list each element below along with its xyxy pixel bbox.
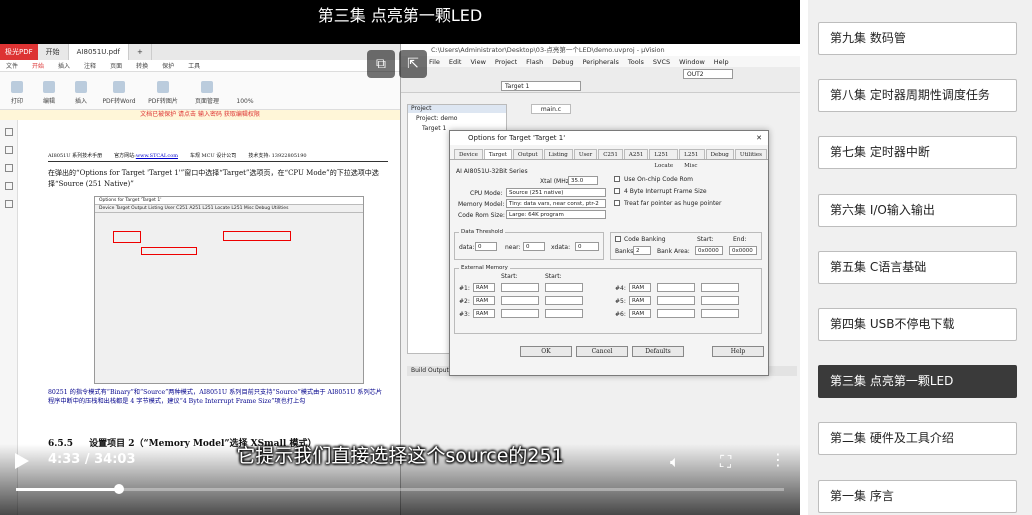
pdf-menu-item: 转换 <box>136 63 149 70</box>
highlight-box <box>113 231 141 243</box>
code-banking-group: Code Banking Start: End: Banks: 2 Bank A… <box>610 232 762 260</box>
pdf-paragraph: 在弹出的“Options for Target 'Target 1'”窗口中选择… <box>48 169 379 188</box>
episode-item[interactable]: 第六集 I/O输入输出 <box>818 193 1017 227</box>
episode-item[interactable]: 第四集 USB不停电下载 <box>818 308 1017 341</box>
pdf-menu-item: 保护 <box>162 63 175 70</box>
video-subtitle: 它提示我们直接选择这个source的251 <box>236 445 564 467</box>
options-dialog: Options for Target 'Target 1' ✕ Device Ta… <box>449 130 769 376</box>
dialog-tabs: Device Target Output Listing User C251 A… <box>450 149 768 169</box>
dialog-help-button: Help <box>712 346 764 357</box>
pdf-menu-item: 插入 <box>58 63 71 70</box>
progress-bar[interactable] <box>16 484 784 494</box>
ide-menu-item: Project <box>494 57 518 66</box>
popout-icon[interactable]: ⇱ <box>399 50 427 78</box>
progress-knob[interactable] <box>113 484 124 494</box>
thumbnail-icon <box>4 146 13 154</box>
pdf-figure-dialog: Options for Target 'Target 1' Device Tar… <box>94 196 364 384</box>
pdf-menu-item: 注释 <box>84 63 97 70</box>
output-select: OUT2 <box>683 69 733 79</box>
ribbon-button: 页面管理 <box>190 81 224 105</box>
pdf-ribbon: 打印 编辑 插入 PDF转Word PDF转图片 页面管理 100% <box>0 72 400 110</box>
dialog-ok-button: OK <box>520 346 572 357</box>
ide-menu-item: SVCS <box>652 57 671 66</box>
pdf-protect-notice: 文档已被保护 请点击 输入密码 获取编辑权限 <box>0 110 400 120</box>
highlight-box <box>141 247 197 255</box>
pdf-menu-item: 工具 <box>188 63 201 70</box>
attachment-icon <box>4 200 13 208</box>
pdf-paragraph: 80251 的指令模式有“Binary”和“Source”两种模式，AI8051… <box>48 389 383 405</box>
progress-fill <box>16 488 119 491</box>
pdf-menu-item: 文件 <box>6 63 19 70</box>
ide-title: C:\Users\Administrator\Desktop\03-点亮第一个L… <box>401 44 800 56</box>
bookmark-icon <box>4 128 13 136</box>
zoom-level: 100% <box>236 98 254 105</box>
pdf-menu-item: 页面 <box>110 63 123 70</box>
comment-icon <box>4 164 13 172</box>
target-select: Target 1 <box>501 81 581 91</box>
ide-menu-bar: File Edit View Project Flash Debug Perip… <box>401 56 800 67</box>
close-icon: ✕ <box>756 134 762 142</box>
ide-menu-item: File <box>429 57 440 66</box>
ide-menu-item: Edit <box>448 57 462 66</box>
ide-menu-item: Peripherals <box>582 57 619 66</box>
episode-item[interactable]: 第九集 数码管 <box>818 22 1017 55</box>
pdf-tab: AI8051U.pdf <box>68 44 130 60</box>
search-icon <box>4 182 13 190</box>
pdf-app-logo: 极光PDF <box>0 44 38 60</box>
ide-menu-item: Flash <box>526 57 544 66</box>
episode-item[interactable]: 第七集 定时器中断 <box>818 136 1017 170</box>
ribbon-button: 插入 <box>70 81 92 105</box>
pdf-page-header: AI8051U 系列技术手册 官方网站:www.STCAI.com 车规 MCU… <box>48 152 388 162</box>
ide-menu-item: View <box>470 57 486 66</box>
editor-tab: main.c <box>531 104 571 114</box>
pdf-tab: 开始 <box>38 44 69 60</box>
ide-menu-item: Window <box>679 57 705 66</box>
ide-menu-item: Debug <box>552 57 574 66</box>
ribbon-button: PDF转图片 <box>146 81 180 105</box>
episode-item[interactable]: 第八集 定时器周期性调度任务 <box>818 79 1017 113</box>
dialog-defaults-button: Defaults <box>632 346 684 357</box>
ide-menu-item: Tools <box>627 57 644 66</box>
video-title: 第三集 点亮第一颗LED <box>0 0 800 32</box>
episode-item[interactable]: 第一集 序言 <box>818 479 1017 513</box>
figure-tabs: Device Target Output Listing User C251 A… <box>95 205 363 213</box>
pdf-tab-bar: 极光PDF 开始 AI8051U.pdf + <box>0 44 400 60</box>
ribbon-button: 打印 <box>6 81 28 105</box>
ide-toolbar: Target 1 OUT2 <box>401 67 800 93</box>
pdf-menu-bar: 文件 开始 插入 注释 页面 转换 保护 工具 <box>0 60 400 72</box>
episode-list: 第九集 数码管 第八集 定时器周期性调度任务 第七集 定时器中断 第六集 I/O输入输… <box>808 0 1032 515</box>
highlight-box <box>223 231 291 241</box>
ribbon-button: 编辑 <box>38 81 60 105</box>
page: 第三集 点亮第一颗LED 极光PDF 开始 AI8051U.pdf + 文件 开… <box>0 0 1032 515</box>
video-player[interactable]: 第三集 点亮第一颗LED 极光PDF 开始 AI8051U.pdf + 文件 开… <box>0 0 800 515</box>
data-threshold-group: Data Threshold data: 0 near: 0 xdata: 0 <box>454 229 604 260</box>
dialog-cancel-button: Cancel <box>576 346 628 357</box>
external-memory-group: External Memory Start: Start: #1: RAM #2… <box>454 265 762 334</box>
ide-menu-item: Help <box>713 57 729 66</box>
episode-item[interactable]: 第二集 硬件及工具介绍 <box>818 422 1017 456</box>
dialog-title: Options for Target 'Target 1' ✕ <box>450 131 768 145</box>
episode-item[interactable]: 第五集 C语言基础 <box>818 250 1017 284</box>
ribbon-button: PDF转Word <box>102 81 136 105</box>
episode-item[interactable]: 第三集 点亮第一颗LED <box>818 365 1017 399</box>
pdf-menu-item: 开始 <box>32 63 45 70</box>
dialog-body: AI AI8051U-32Bit Series Xtal (MHz): 35.0… <box>450 160 768 370</box>
figure-title: Options for Target 'Target 1' <box>95 197 363 205</box>
picture-in-picture-icon[interactable]: ⧉ <box>367 50 395 78</box>
pdf-tab: + <box>129 44 152 60</box>
